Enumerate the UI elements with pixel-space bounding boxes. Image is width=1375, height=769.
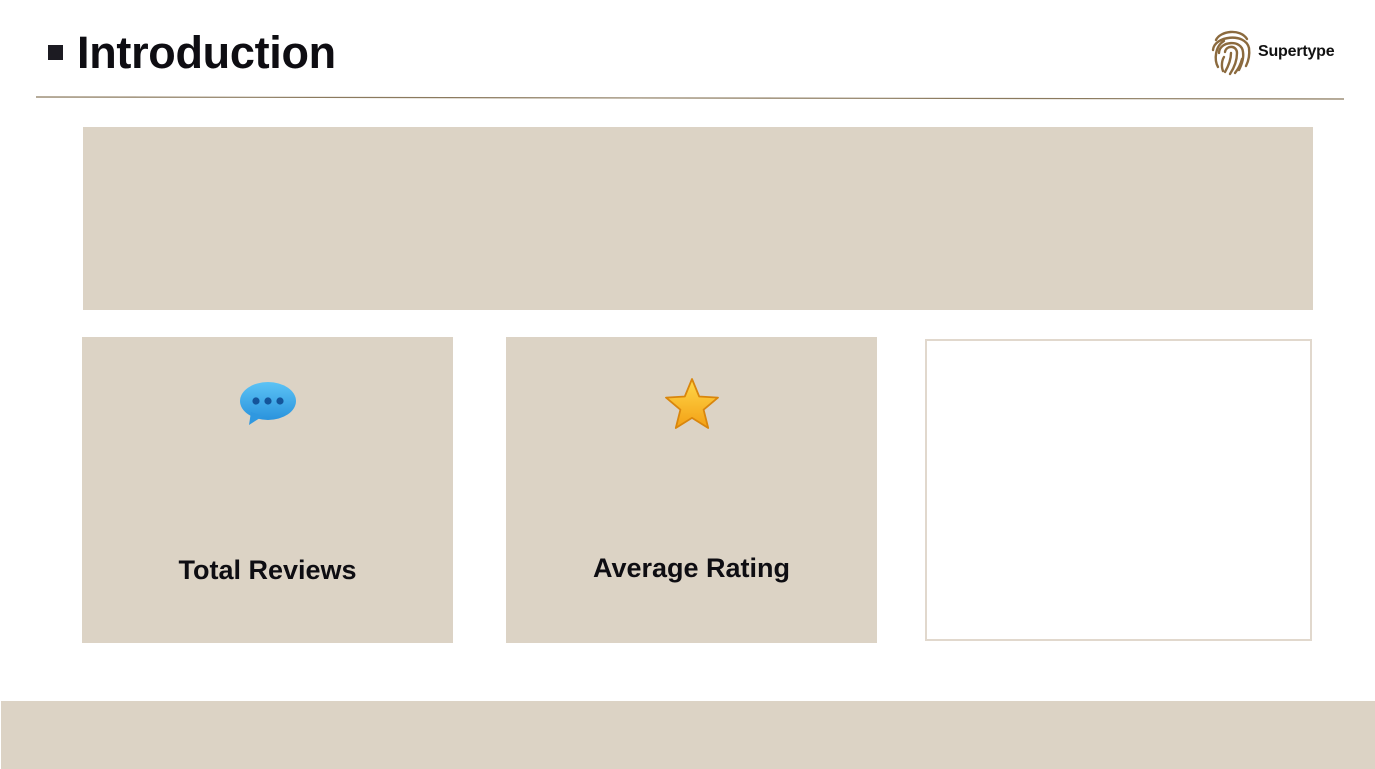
star-icon [664, 378, 719, 429]
average-rating-card: Average Rating [506, 337, 877, 643]
logo-wordmark: Supertype [1258, 43, 1335, 60]
footer-band [1, 701, 1375, 769]
card-icon-wrapper [506, 377, 877, 433]
empty-card [925, 339, 1312, 641]
speech-bubble-icon [239, 382, 296, 425]
summary-banner [83, 127, 1313, 310]
card-icon-wrapper [82, 381, 453, 427]
header-divider [36, 96, 1344, 100]
title-bullet [48, 45, 63, 60]
brand-logo: Supertype [1210, 26, 1335, 78]
fingerprint-icon [1211, 30, 1251, 76]
total-reviews-card: Total Reviews [82, 337, 453, 643]
page-title: Introduction [77, 27, 336, 78]
total-reviews-label: Total Reviews [178, 555, 357, 585]
slide: Introduction Supertype Total Reviews Ave… [0, 0, 1375, 769]
average-rating-label: Average Rating [592, 553, 791, 583]
